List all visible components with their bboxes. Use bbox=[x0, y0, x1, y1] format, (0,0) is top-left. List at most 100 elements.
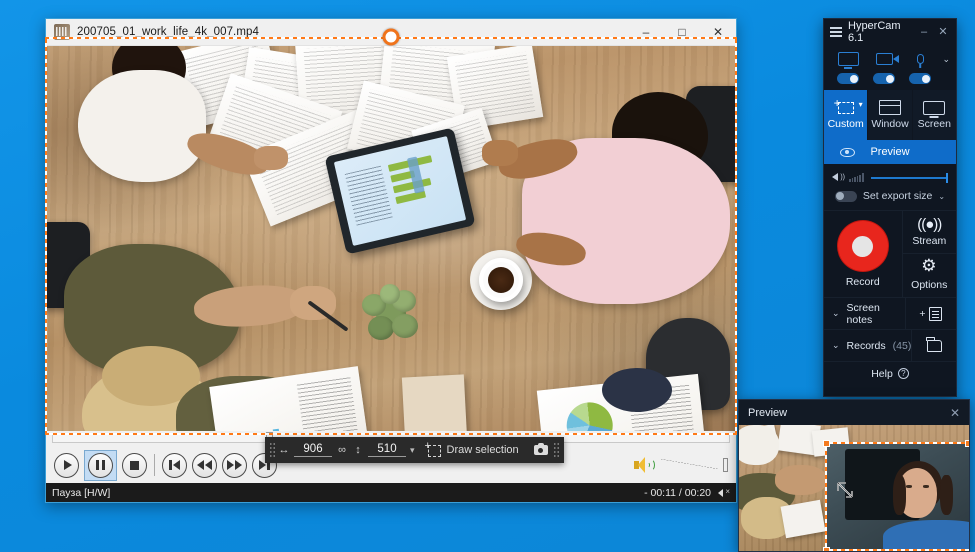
link-icon[interactable]: ∞ bbox=[334, 442, 350, 458]
camera-icon bbox=[533, 442, 548, 455]
webcam-handle-top-right[interactable] bbox=[965, 440, 969, 447]
selection-width-input[interactable]: 906 bbox=[294, 443, 332, 457]
capture-mode-window-label: Window bbox=[871, 118, 909, 130]
webcam-overlay[interactable] bbox=[825, 442, 969, 551]
webcam-person-hair-right bbox=[940, 474, 954, 515]
records-label: Records bbox=[846, 339, 886, 352]
options-button[interactable]: Options bbox=[902, 253, 956, 297]
hypercam-titlebar[interactable]: HyperCam 6.1 – ✕ bbox=[824, 19, 956, 44]
hypercam-volume-row[interactable]: )) bbox=[824, 164, 956, 187]
preview-titlebar[interactable]: Preview ✕ bbox=[739, 400, 969, 425]
webcam-handle-bottom-left[interactable] bbox=[823, 547, 830, 551]
audio-level-meter bbox=[849, 173, 864, 182]
records-row: ⌄ Records (45) bbox=[824, 329, 956, 361]
chevron-down-icon[interactable]: ⌄ bbox=[938, 192, 945, 201]
person-clothing bbox=[78, 70, 206, 182]
screen-source-toggle[interactable] bbox=[837, 73, 859, 84]
toolbar-drag-handle[interactable] bbox=[269, 442, 276, 458]
webcam-person-hair-left bbox=[892, 474, 906, 515]
previous-icon bbox=[169, 460, 180, 470]
player-title: 200705_01_work_life_4k_007.mp4 bbox=[77, 26, 260, 38]
help-button[interactable]: Help ? bbox=[824, 361, 956, 385]
status-text: Пауза [H/W] bbox=[52, 486, 111, 499]
screen-notes-label: Screen notes bbox=[846, 301, 880, 326]
draw-selection-button[interactable]: + Draw selection bbox=[420, 439, 525, 461]
pause-icon bbox=[96, 460, 105, 470]
chevron-down-icon[interactable]: ⌄ bbox=[832, 308, 840, 319]
webcam-handle-top-left[interactable] bbox=[823, 440, 830, 447]
hypercam-close-button[interactable]: ✕ bbox=[934, 22, 952, 42]
selection-height-input[interactable]: 510 bbox=[368, 443, 406, 457]
chevron-down-icon[interactable]: ▾ bbox=[410, 445, 415, 456]
folder-icon bbox=[926, 336, 942, 352]
player-volume-control[interactable] bbox=[634, 457, 728, 473]
record-column: Record bbox=[824, 211, 902, 297]
hypercam-volume-slider[interactable] bbox=[870, 172, 948, 183]
video-player-window: 200705_01_work_life_4k_007.mp4 – □ ✕ Пау… bbox=[45, 18, 737, 503]
video-frame bbox=[46, 46, 736, 431]
hamburger-icon[interactable] bbox=[830, 26, 842, 37]
open-records-folder-button[interactable] bbox=[911, 330, 956, 361]
horizontal-arrows-icon: ↔ bbox=[278, 444, 290, 456]
records-count: (45) bbox=[892, 339, 912, 352]
hypercam-minimize-button[interactable]: – bbox=[915, 22, 933, 42]
hypercam-panel: HyperCam 6.1 – ✕ ⌄ + ▾ Custom Window Scr… bbox=[823, 18, 957, 397]
fast-forward-button[interactable] bbox=[222, 452, 247, 478]
previous-button[interactable] bbox=[162, 452, 187, 478]
video-file-icon bbox=[54, 24, 70, 40]
mute-icon[interactable]: × bbox=[718, 487, 730, 498]
close-button[interactable]: ✕ bbox=[700, 19, 736, 45]
play-button[interactable] bbox=[54, 452, 79, 478]
toolbar-drag-handle-right[interactable] bbox=[552, 442, 560, 458]
capture-mode-custom[interactable]: + ▾ Custom bbox=[824, 90, 868, 140]
preview-body[interactable] bbox=[739, 425, 969, 551]
custom-region-icon: + ▾ bbox=[834, 97, 863, 115]
preview-button[interactable]: Preview bbox=[824, 140, 956, 164]
side-actions-column: ((●)) Stream Options bbox=[901, 211, 956, 297]
chevron-down-icon[interactable]: ⌄ bbox=[832, 340, 840, 351]
hypercam-capture-modes: + ▾ Custom Window Screen bbox=[824, 90, 956, 140]
screen-source-toggle-group[interactable] bbox=[830, 51, 866, 84]
add-screen-note-button[interactable]: + bbox=[904, 298, 956, 329]
status-right: - 00:11 / 00:20 × bbox=[644, 487, 730, 499]
screen-icon bbox=[923, 100, 946, 115]
preview-close-button[interactable]: ✕ bbox=[941, 400, 969, 425]
volume-thumb[interactable] bbox=[723, 458, 728, 472]
records-expander[interactable]: ⌄ Records (45) bbox=[824, 340, 911, 352]
webcam-person-body bbox=[882, 520, 969, 551]
volume-thumb[interactable] bbox=[945, 172, 948, 183]
volume-slider[interactable] bbox=[660, 458, 728, 472]
record-button[interactable] bbox=[837, 221, 888, 271]
pause-button[interactable] bbox=[84, 449, 117, 481]
player-titlebar[interactable]: 200705_01_work_life_4k_007.mp4 – □ ✕ bbox=[46, 19, 736, 46]
tablet-screen bbox=[333, 136, 467, 246]
microphone-source-toggle[interactable] bbox=[909, 73, 931, 84]
capture-mode-window[interactable]: Window bbox=[867, 90, 912, 140]
snapshot-button[interactable] bbox=[529, 439, 553, 461]
camera-source-toggle[interactable] bbox=[873, 73, 895, 84]
screen-notes-expander[interactable]: ⌄ Screen notes bbox=[824, 302, 905, 326]
maximize-button[interactable]: □ bbox=[664, 19, 700, 45]
capture-mode-screen[interactable]: Screen bbox=[911, 90, 956, 140]
hypercam-record-area: Record ((●)) Stream Options bbox=[824, 210, 956, 297]
set-export-size-row[interactable]: Set export size ⌄ bbox=[824, 187, 956, 210]
webcam-person-eye-right bbox=[922, 484, 929, 488]
set-export-size-toggle[interactable] bbox=[834, 190, 857, 202]
microphone-source-toggle-group[interactable] bbox=[902, 51, 938, 84]
rewind-button[interactable] bbox=[192, 452, 217, 478]
selection-toolbar[interactable]: ↔ 906 ∞ ↕ 510 ▾ + Draw selection bbox=[265, 437, 564, 463]
microphone-icon bbox=[916, 51, 924, 67]
stop-button[interactable] bbox=[122, 452, 147, 478]
plus-icon: + bbox=[919, 307, 926, 320]
video-display[interactable] bbox=[46, 46, 736, 431]
screen-notes-row: ⌄ Screen notes + bbox=[824, 297, 956, 329]
speaker-icon[interactable] bbox=[634, 457, 655, 473]
sources-chevron-down-icon[interactable]: ⌄ bbox=[938, 54, 950, 65]
window-icon bbox=[878, 100, 901, 115]
fast-forward-icon bbox=[227, 460, 242, 470]
camera-source-toggle-group[interactable] bbox=[866, 51, 902, 84]
play-icon bbox=[63, 460, 72, 470]
tablet-bar-chart bbox=[388, 153, 451, 214]
stream-button[interactable]: ((●)) Stream bbox=[903, 211, 956, 253]
minimize-button[interactable]: – bbox=[628, 19, 664, 45]
